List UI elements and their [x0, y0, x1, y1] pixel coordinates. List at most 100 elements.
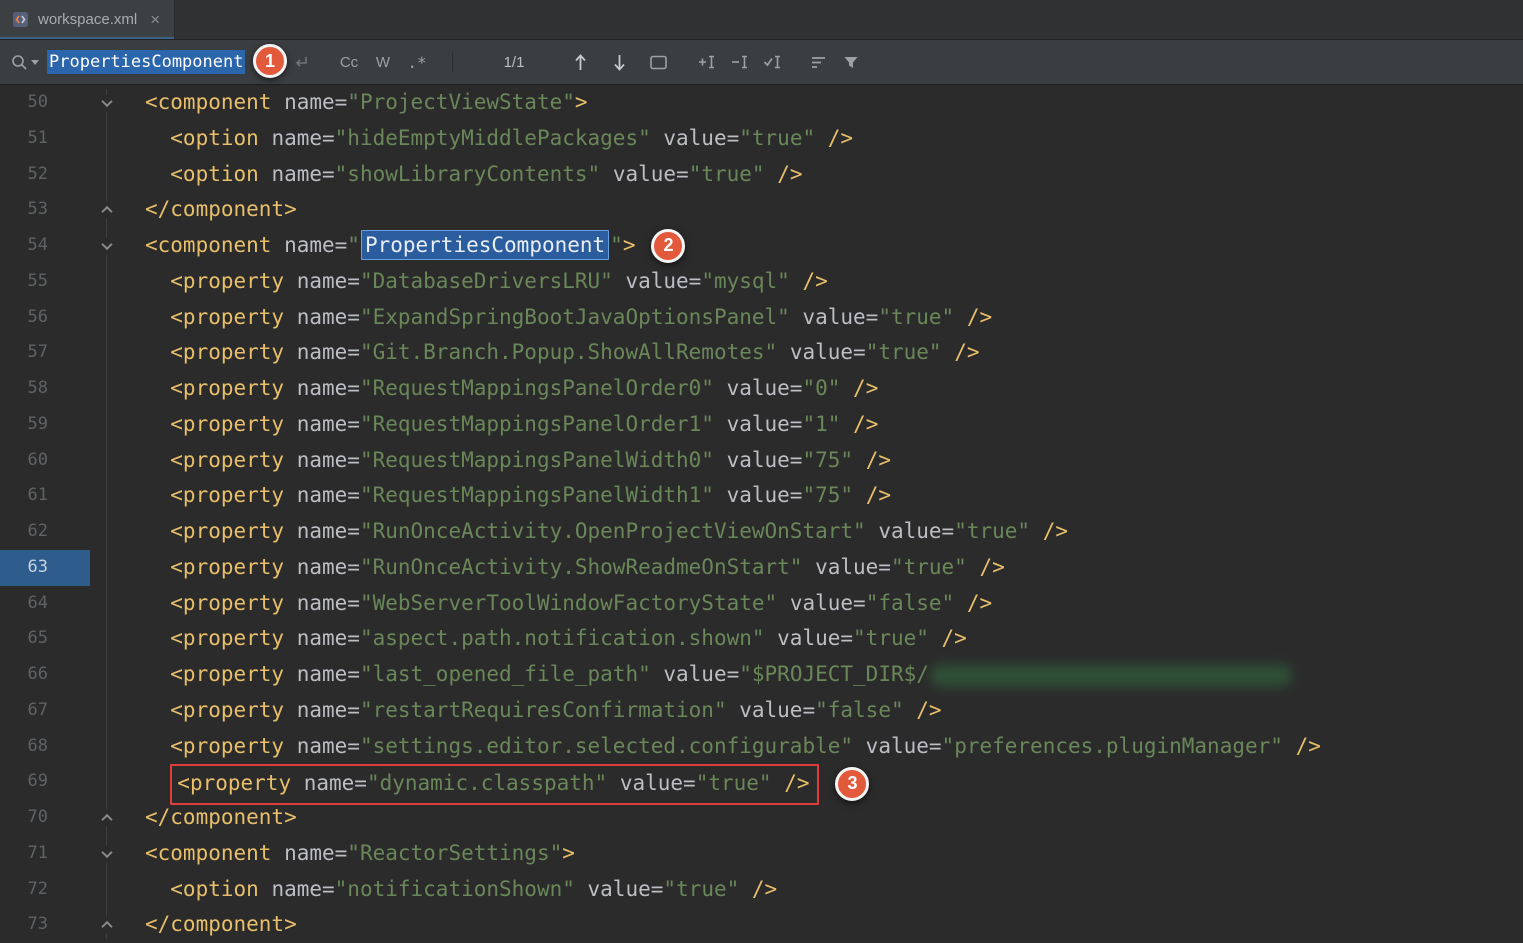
gutter: 67 — [0, 693, 136, 729]
code-line-57[interactable]: 57 <property name="Git.Branch.Popup.Show… — [0, 335, 1523, 371]
search-query-text: PropertiesComponent — [47, 50, 245, 74]
code-line-69[interactable]: 69 <property name="dynamic.classpath" va… — [0, 764, 1523, 800]
code-text: <property name="ExpandSpringBootJavaOpti… — [136, 300, 992, 336]
code-line-55[interactable]: 55 <property name="DatabaseDriversLRU" v… — [0, 264, 1523, 300]
code-token: "Git.Branch.Popup.ShowAllRemotes" — [360, 340, 777, 364]
code-token: <property — [145, 555, 284, 579]
gutter: 72 — [0, 872, 136, 908]
tab-close-icon[interactable]: × — [150, 11, 160, 28]
tab-workspace-xml[interactable]: workspace.xml × — [0, 0, 175, 39]
code-token: value= — [613, 269, 702, 293]
search-input[interactable]: PropertiesComponent — [47, 52, 257, 72]
code-line-52[interactable]: 52 <option name="showLibraryContents" va… — [0, 157, 1523, 193]
fold-up-icon[interactable] — [98, 809, 115, 826]
code-token: name= — [271, 841, 347, 865]
code-token: "showLibraryContents" — [335, 162, 601, 186]
code-token: /> — [790, 269, 828, 293]
next-occurrence-button[interactable] — [612, 53, 627, 72]
code-line-71[interactable]: 71<component name="ReactorSettings"> — [0, 836, 1523, 872]
code-token: /> — [853, 483, 891, 507]
code-token: "restartRequiresConfirmation" — [360, 698, 727, 722]
new-line-icon[interactable] — [291, 54, 310, 71]
code-token: "true" — [866, 340, 942, 364]
code-line-72[interactable]: 72 <option name="notificationShown" valu… — [0, 872, 1523, 908]
code-line-50[interactable]: 50 <component name="ProjectViewState"> — [0, 85, 1523, 121]
code-text: <property name="WebServerToolWindowFacto… — [136, 586, 992, 622]
code-token: "true" — [696, 771, 772, 795]
code-line-56[interactable]: 56 <property name="ExpandSpringBootJavaO… — [0, 300, 1523, 336]
code-line-65[interactable]: 65 <property name="aspect.path.notificat… — [0, 621, 1523, 657]
code-line-51[interactable]: 51 <option name="hideEmptyMiddlePackages… — [0, 121, 1523, 157]
code-text: <component name="PropertiesComponent">2 — [136, 228, 685, 264]
previous-occurrence-button[interactable] — [573, 53, 588, 72]
code-line-66[interactable]: 66 <property name="last_opened_file_path… — [0, 657, 1523, 693]
remove-occurrence-button[interactable] — [729, 53, 750, 71]
code-line-63[interactable]: 63 <property name="RunOnceActivity.ShowR… — [0, 550, 1523, 586]
code-line-60[interactable]: 60 <property name="RequestMappingsPanelW… — [0, 443, 1523, 479]
gutter: 56 — [0, 300, 136, 336]
code-token: name= — [284, 483, 360, 507]
toggle-all-occurrences-button[interactable] — [762, 53, 783, 71]
code-line-68[interactable]: 68 <property name="settings.editor.selec… — [0, 729, 1523, 765]
code-token: <property — [145, 340, 284, 364]
filter-results-icon[interactable] — [842, 54, 860, 71]
code-token: name= — [284, 305, 360, 329]
match-case-button[interactable]: Cc — [332, 54, 366, 71]
line-number: 72 — [0, 872, 48, 908]
search-options-button[interactable] — [809, 54, 828, 71]
code-line-61[interactable]: 61 <property name="RequestMappingsPanelW… — [0, 478, 1523, 514]
fold-down-icon[interactable] — [98, 845, 115, 862]
code-token: value= — [802, 555, 891, 579]
code-editor[interactable]: 50 <component name="ProjectViewState">51 … — [0, 85, 1523, 943]
code-token: "aspect.path.notification.shown" — [360, 626, 765, 650]
gutter: 52 — [0, 157, 136, 193]
code-line-73[interactable]: 73</component> — [0, 907, 1523, 943]
code-token: > — [623, 233, 636, 257]
code-token: "RunOnceActivity.OpenProjectViewOnStart" — [360, 519, 866, 543]
code-token: name= — [284, 519, 360, 543]
code-token: name= — [284, 340, 360, 364]
search-icon[interactable] — [10, 53, 39, 72]
match-count: 1/1 — [497, 54, 531, 71]
add-occurrence-button[interactable] — [696, 53, 717, 71]
code-line-62[interactable]: 62 <property name="RunOnceActivity.OpenP… — [0, 514, 1523, 550]
code-token: "last_opened_file_path" — [360, 662, 651, 686]
line-number: 59 — [0, 407, 48, 443]
code-token: value= — [727, 698, 816, 722]
code-line-58[interactable]: 58 <property name="RequestMappingsPanelO… — [0, 371, 1523, 407]
fold-up-icon[interactable] — [98, 202, 115, 219]
code-line-53[interactable]: 53</component> — [0, 192, 1523, 228]
code-token: value= — [575, 877, 664, 901]
code-token: value= — [607, 771, 696, 795]
line-number: 65 — [0, 621, 48, 657]
line-number: 50 — [0, 85, 48, 121]
code-token: <component — [145, 90, 271, 114]
words-button[interactable]: W — [366, 54, 400, 71]
line-number: 73 — [0, 907, 48, 943]
line-number: 60 — [0, 443, 48, 479]
code-token: "WebServerToolWindowFactoryState" — [360, 591, 777, 615]
gutter: 54 — [0, 228, 136, 264]
code-token: <property — [145, 734, 284, 758]
fold-up-icon[interactable] — [98, 917, 115, 934]
code-text: <component name="ProjectViewState"> — [136, 85, 588, 121]
code-line-59[interactable]: 59 <property name="RequestMappingsPanelO… — [0, 407, 1523, 443]
code-token: <property — [145, 448, 284, 472]
fold-down-icon[interactable] — [98, 94, 115, 111]
code-token: "notificationShown" — [335, 877, 575, 901]
code-token: value= — [853, 734, 942, 758]
code-token: </component> — [145, 805, 297, 829]
fold-down-icon[interactable] — [98, 237, 115, 254]
code-line-64[interactable]: 64 <property name="WebServerToolWindowFa… — [0, 586, 1523, 622]
select-all-occurrences-button[interactable] — [649, 54, 668, 71]
line-number: 56 — [0, 300, 48, 336]
code-token: name= — [259, 126, 335, 150]
gutter: 50 — [0, 85, 136, 121]
code-text: <property name="aspect.path.notification… — [136, 621, 967, 657]
code-line-67[interactable]: 67 <property name="restartRequiresConfir… — [0, 693, 1523, 729]
regex-button[interactable]: .* — [400, 53, 434, 72]
code-line-70[interactable]: 70</component> — [0, 800, 1523, 836]
code-text: <property name="RunOnceActivity.OpenProj… — [136, 514, 1068, 550]
code-line-54[interactable]: 54<component name="PropertiesComponent">… — [0, 228, 1523, 264]
code-token: > — [562, 841, 575, 865]
